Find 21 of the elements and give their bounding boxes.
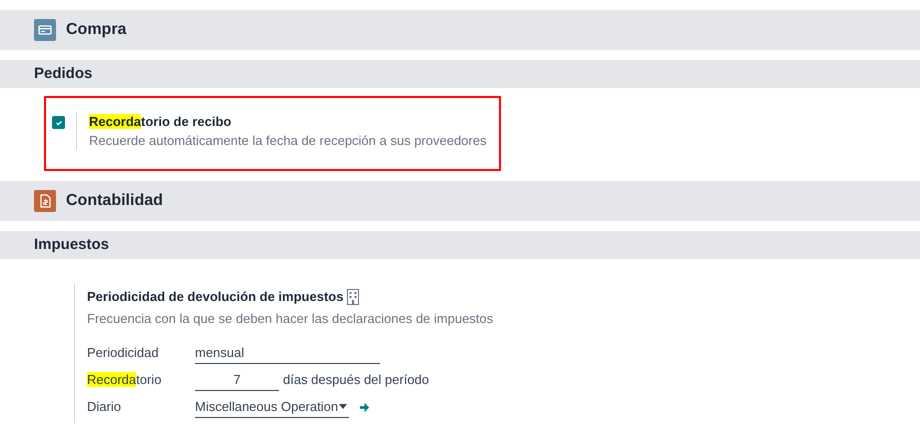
setting-title: Periodicidad de devolución de impuestos (87, 288, 344, 306)
app-title: Contabilidad (66, 191, 163, 211)
arrow-right-icon[interactable] (359, 402, 370, 412)
card-icon (34, 19, 56, 41)
section-title: Pedidos (34, 64, 92, 84)
field-suffix: días después del período (283, 371, 429, 390)
caret-icon[interactable] (339, 404, 348, 409)
section-title: Impuestos (34, 234, 110, 255)
setting-title: Recordatorio de recibo (89, 113, 232, 131)
field-label: Diario (87, 398, 122, 416)
text-field[interactable]: mensual (195, 342, 380, 364)
check-icon (54, 118, 62, 126)
checkbox[interactable] (52, 116, 65, 129)
field-label: Periodicidad (87, 344, 160, 362)
number-field[interactable]: 7 (195, 369, 279, 391)
dropdown-field[interactable]: Miscellaneous Operation (195, 396, 349, 418)
app-title: Compra (66, 20, 126, 40)
setting-description: Recuerde automáticamente la fecha de recepción a sus proveedores (89, 132, 486, 150)
setting-description: Frecuencia con la que se deben hacer las declaraciones de impuestos (87, 310, 494, 328)
document-icon (34, 190, 56, 212)
building-icon (347, 288, 360, 305)
